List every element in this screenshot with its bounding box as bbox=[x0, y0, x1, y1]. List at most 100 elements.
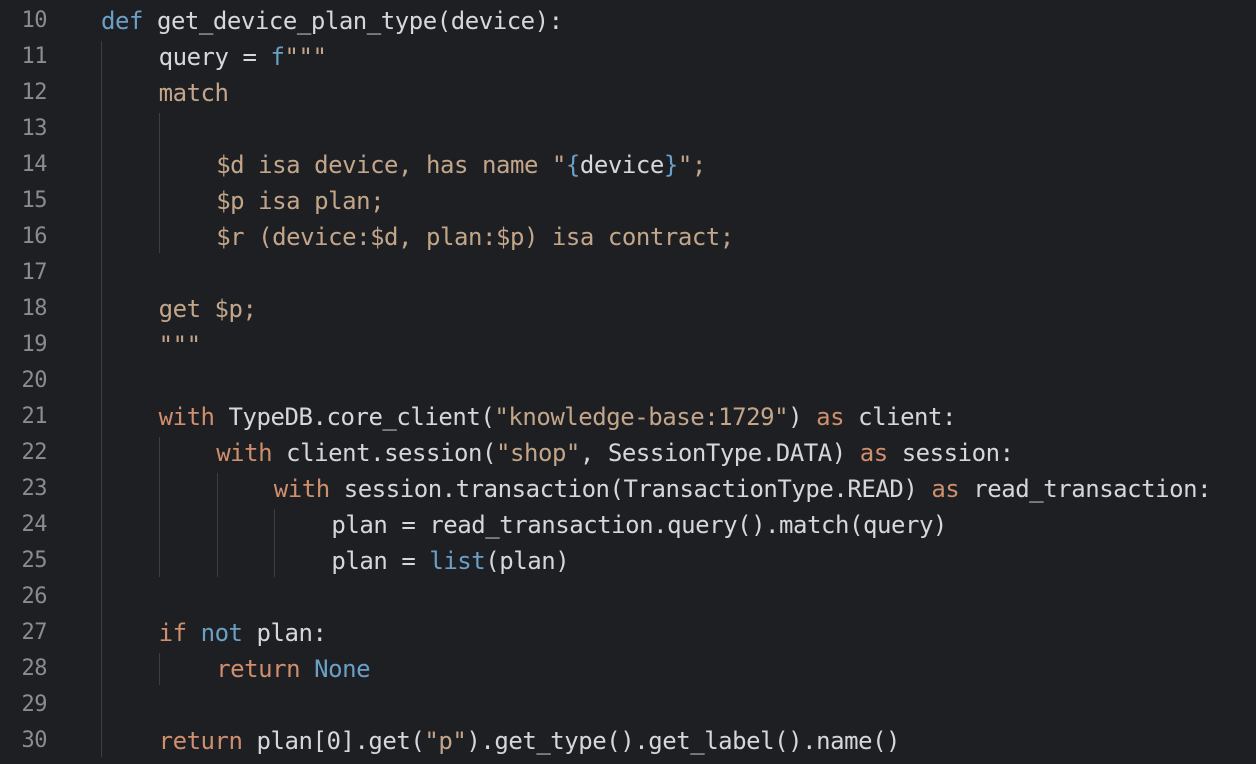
code-token: query = bbox=[158, 43, 271, 71]
line-number: 12 bbox=[21, 80, 48, 105]
code-token: with bbox=[273, 475, 330, 503]
code-text[interactable]: with client.session("shop", SessionType.… bbox=[216, 435, 1014, 471]
indent-guide bbox=[159, 653, 160, 685]
code-token: } bbox=[663, 151, 678, 179]
indent-guide bbox=[274, 509, 275, 577]
code-token: read_transaction: bbox=[959, 475, 1212, 503]
code-text[interactable]: $p isa plan; bbox=[216, 183, 384, 219]
code-text[interactable]: match bbox=[159, 75, 229, 111]
code-line[interactable]: 20 bbox=[0, 363, 1256, 399]
code-line[interactable]: 21 with TypeDB.core_client("knowledge-bas… bbox=[0, 399, 1256, 435]
code-token: None bbox=[314, 655, 371, 683]
line-number: 22 bbox=[21, 440, 48, 465]
code-line[interactable]: 12 match bbox=[0, 75, 1256, 111]
line-number: 30 bbox=[21, 728, 48, 753]
code-token: ) bbox=[788, 403, 817, 431]
code-text[interactable]: """ bbox=[159, 327, 201, 363]
code-text[interactable]: return None bbox=[216, 651, 370, 687]
line-number: 27 bbox=[21, 620, 48, 645]
code-token: as bbox=[816, 403, 845, 431]
line-number: 26 bbox=[21, 584, 48, 609]
code-line[interactable]: 19 """ bbox=[0, 327, 1256, 363]
code-token: f bbox=[270, 43, 285, 71]
code-token: plan: bbox=[242, 619, 327, 647]
code-line[interactable]: 15 $p isa plan; bbox=[0, 183, 1256, 219]
code-line[interactable]: 16 $r (device:$d, plan:$p) isa contract; bbox=[0, 219, 1256, 255]
code-token: list bbox=[429, 547, 486, 575]
code-text[interactable]: plan = read_transaction.query().match(qu… bbox=[331, 507, 947, 543]
code-line[interactable]: 23 with session.transaction(TransactionTy… bbox=[0, 471, 1256, 507]
line-number: 23 bbox=[21, 476, 48, 501]
code-line[interactable]: 25 plan = list(plan) bbox=[0, 543, 1256, 579]
code-token: with bbox=[216, 439, 273, 467]
code-line[interactable]: 29 bbox=[0, 687, 1256, 723]
code-text[interactable]: plan = list(plan) bbox=[331, 543, 569, 579]
code-token: session: bbox=[887, 439, 1014, 467]
code-token: """ bbox=[158, 331, 201, 359]
code-token: with bbox=[158, 403, 215, 431]
code-token: "knowledge-base:1729" bbox=[494, 403, 789, 431]
line-number: 25 bbox=[21, 548, 48, 573]
code-line[interactable]: 26 bbox=[0, 579, 1256, 615]
indent-guide bbox=[217, 473, 218, 577]
line-number: 11 bbox=[21, 44, 48, 69]
code-token: return bbox=[216, 655, 301, 683]
code-line[interactable]: 28 return None bbox=[0, 651, 1256, 687]
code-line[interactable]: 10 def get_device_plan_type(device): bbox=[0, 3, 1256, 39]
code-token: not bbox=[200, 619, 243, 647]
line-number: 29 bbox=[21, 692, 48, 717]
code-token: get $p; bbox=[158, 295, 257, 323]
line-number: 28 bbox=[21, 656, 48, 681]
code-text[interactable]: get $p; bbox=[159, 291, 257, 327]
code-token: $d isa device, has name " bbox=[216, 151, 566, 179]
code-token: $r (device:$d, plan:$p) isa contract; bbox=[216, 223, 734, 251]
code-token: as bbox=[859, 439, 888, 467]
line-number: 13 bbox=[21, 116, 48, 141]
code-token: return bbox=[158, 727, 243, 755]
code-text[interactable]: $r (device:$d, plan:$p) isa contract; bbox=[216, 219, 734, 255]
line-number: 17 bbox=[21, 260, 48, 285]
code-token: device bbox=[579, 151, 664, 179]
code-token: plan = bbox=[331, 547, 430, 575]
indent-guide bbox=[101, 41, 102, 757]
indent-guide bbox=[159, 437, 160, 577]
code-token: ).get_type().get_label().name() bbox=[466, 727, 901, 755]
code-token: get_device_plan_type(device): bbox=[142, 7, 563, 35]
code-token: as bbox=[931, 475, 960, 503]
code-line[interactable]: 14 $d isa device, has name "{device}"; bbox=[0, 147, 1256, 183]
code-line[interactable]: 24 plan = read_transaction.query().match(… bbox=[0, 507, 1256, 543]
code-line[interactable]: 17 bbox=[0, 255, 1256, 291]
code-token: , SessionType.DATA) bbox=[579, 439, 860, 467]
code-line[interactable]: 13 bbox=[0, 111, 1256, 147]
code-text[interactable]: with session.transaction(TransactionType… bbox=[273, 471, 1212, 507]
code-token: "p" bbox=[424, 727, 467, 755]
line-number: 20 bbox=[21, 368, 48, 393]
code-token: "shop" bbox=[495, 439, 580, 467]
code-text[interactable]: return plan[0].get("p").get_type().get_l… bbox=[158, 723, 901, 759]
code-text[interactable]: $d isa device, has name "{device}"; bbox=[216, 147, 706, 183]
code-token: match bbox=[158, 79, 229, 107]
code-line[interactable]: 22 with client.session("shop", SessionTyp… bbox=[0, 435, 1256, 471]
line-number: 19 bbox=[21, 332, 48, 357]
code-line[interactable]: 27 if not plan: bbox=[0, 615, 1256, 651]
code-text[interactable]: with TypeDB.core_client("knowledge-base:… bbox=[158, 399, 957, 435]
code-token: """ bbox=[284, 43, 327, 71]
code-line[interactable]: 18 get $p; bbox=[0, 291, 1256, 327]
code-token: client: bbox=[844, 403, 957, 431]
line-number: 24 bbox=[21, 512, 48, 537]
code-token: { bbox=[565, 151, 580, 179]
code-editor[interactable]: 10 def get_device_plan_type(device): 11 que… bbox=[0, 0, 1256, 764]
code-token: def bbox=[101, 7, 143, 35]
code-line[interactable]: 11 query = f""" bbox=[0, 39, 1256, 75]
code-token: TypeDB.core_client( bbox=[214, 403, 495, 431]
code-text[interactable]: if not plan: bbox=[159, 615, 327, 651]
code-text[interactable]: def get_device_plan_type(device): bbox=[101, 3, 563, 39]
line-number: 15 bbox=[21, 188, 48, 213]
line-number: 16 bbox=[21, 224, 48, 249]
code-text[interactable]: query = f""" bbox=[159, 39, 327, 75]
code-token: (plan) bbox=[485, 547, 570, 575]
code-line[interactable]: 30 return plan[0].get("p").get_type().get… bbox=[0, 723, 1256, 759]
code-token: plan = read_transaction.query().match(qu… bbox=[331, 511, 947, 539]
